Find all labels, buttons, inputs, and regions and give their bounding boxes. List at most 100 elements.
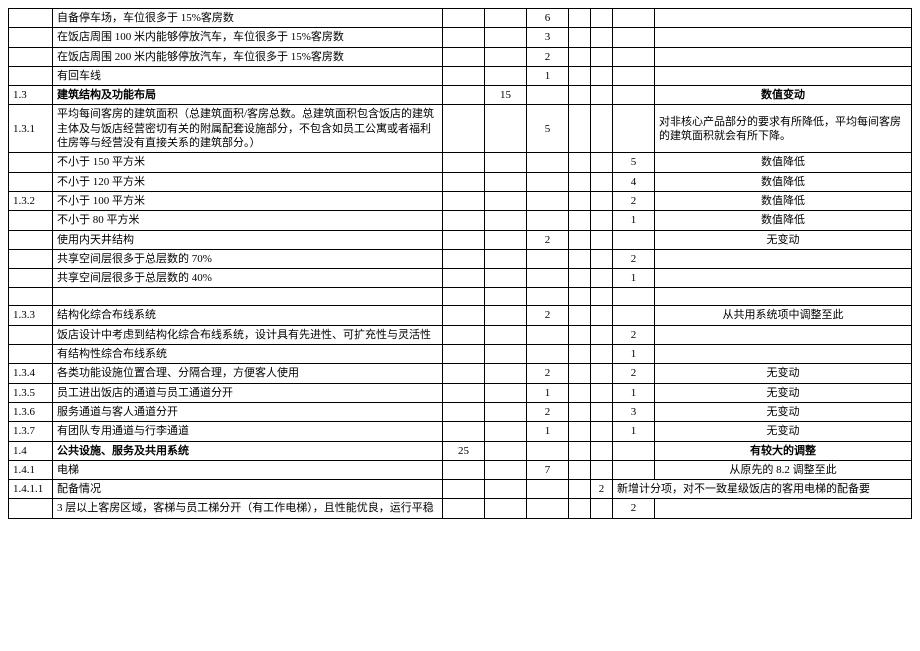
- score-col-4: [613, 460, 655, 479]
- table-row: 1.3.1平均每间客房的建筑面积（总建筑面积/客房总数。总建筑面积包含饭店的建筑…: [9, 105, 912, 153]
- spacer: [591, 345, 613, 364]
- score-col-1: [443, 28, 485, 47]
- score-col-3: [527, 191, 569, 210]
- score-col-1: [443, 249, 485, 268]
- spacer: [569, 230, 591, 249]
- score-col-4: 1: [613, 269, 655, 288]
- table-row: 不小于 150 平方米5数值降低: [9, 153, 912, 172]
- standards-table: 自备停车场，车位很多于 15%客房数6在饭店周围 100 米内能够停放汽车，车位…: [8, 8, 912, 519]
- score-col-1: [443, 211, 485, 230]
- row-description: 不小于 80 平方米: [53, 211, 443, 230]
- row-description: 有回车线: [53, 66, 443, 85]
- score-col-3: 7: [527, 460, 569, 479]
- row-note: [655, 28, 912, 47]
- table-row: 1.3.6服务通道与客人通道分开23无变动: [9, 402, 912, 421]
- row-description: 结构化综合布线系统: [53, 306, 443, 325]
- table-row: 使用内天井结构2无变动: [9, 230, 912, 249]
- score-col-1: [443, 402, 485, 421]
- table-row: 共享空间层很多于总层数的 40%1: [9, 269, 912, 288]
- spacer: [569, 480, 591, 499]
- row-description: [53, 288, 443, 306]
- row-note: [655, 47, 912, 66]
- spacer: [591, 325, 613, 344]
- row-description: 配备情况: [53, 480, 443, 499]
- score-col-3: [527, 499, 569, 518]
- score-col-3: 2: [527, 402, 569, 421]
- score-col-4: 1: [613, 422, 655, 441]
- spacer: [569, 153, 591, 172]
- row-id: [9, 66, 53, 85]
- score-col-2: [485, 480, 527, 499]
- score-col-4: 5: [613, 153, 655, 172]
- spacer: [591, 364, 613, 383]
- score-col-3: [527, 269, 569, 288]
- score-col-4: [613, 288, 655, 306]
- score-col-3: [527, 325, 569, 344]
- table-row: 3 层以上客房区域，客梯与员工梯分开（有工作电梯），且性能优良，运行平稳2: [9, 499, 912, 518]
- spacer: [569, 269, 591, 288]
- table-row: 在饭店周围 100 米内能够停放汽车，车位很多于 15%客房数3: [9, 28, 912, 47]
- score-col-3: 1: [527, 422, 569, 441]
- spacer: [591, 47, 613, 66]
- score-col-4: [613, 105, 655, 153]
- score-col-2: [485, 441, 527, 460]
- table-row: 1.3.2不小于 100 平方米2数值降低: [9, 191, 912, 210]
- spacer: [591, 306, 613, 325]
- spacer: [591, 172, 613, 191]
- score-col-2: [485, 191, 527, 210]
- spacer: 2: [591, 480, 613, 499]
- row-id: [9, 499, 53, 518]
- score-col-2: [485, 383, 527, 402]
- score-col-1: [443, 480, 485, 499]
- row-id: [9, 288, 53, 306]
- row-note: 数值降低: [655, 191, 912, 210]
- spacer: [569, 191, 591, 210]
- table-row: [9, 288, 912, 306]
- spacer: [591, 288, 613, 306]
- score-col-2: [485, 460, 527, 479]
- score-col-1: [443, 9, 485, 28]
- table-row: 1.4.1电梯7从原先的 8.2 调整至此: [9, 460, 912, 479]
- row-description: 不小于 120 平方米: [53, 172, 443, 191]
- row-description: 公共设施、服务及共用系统: [53, 441, 443, 460]
- spacer: [591, 230, 613, 249]
- score-col-4: 1: [613, 211, 655, 230]
- score-col-3: 5: [527, 105, 569, 153]
- row-id: [9, 47, 53, 66]
- spacer: [591, 66, 613, 85]
- row-id: [9, 9, 53, 28]
- score-col-1: [443, 191, 485, 210]
- score-col-3: [527, 211, 569, 230]
- row-note: 无变动: [655, 364, 912, 383]
- row-note: 对非核心产品部分的要求有所降低，平均每间客房的建筑面积就会有所下降。: [655, 105, 912, 153]
- spacer: [569, 28, 591, 47]
- spacer: [591, 499, 613, 518]
- score-col-3: [527, 153, 569, 172]
- table-row: 1.3.5员工进出饭店的通道与员工通道分开11无变动: [9, 383, 912, 402]
- score-col-3: [527, 249, 569, 268]
- spacer: [569, 383, 591, 402]
- spacer: [591, 441, 613, 460]
- table-row: 1.4公共设施、服务及共用系统25有较大的调整: [9, 441, 912, 460]
- row-note: [655, 288, 912, 306]
- score-col-1: 25: [443, 441, 485, 460]
- row-description: 平均每间客房的建筑面积（总建筑面积/客房总数。总建筑面积包含饭店的建筑主体及与饭…: [53, 105, 443, 153]
- score-col-4: 2: [613, 191, 655, 210]
- row-id: 1.3.6: [9, 402, 53, 421]
- score-col-3: [527, 172, 569, 191]
- score-col-2: [485, 364, 527, 383]
- row-description: 不小于 100 平方米: [53, 191, 443, 210]
- table-row: 在饭店周围 200 米内能够停放汽车，车位很多于 15%客房数2: [9, 47, 912, 66]
- row-note: 无变动: [655, 230, 912, 249]
- score-col-4: 4: [613, 172, 655, 191]
- table-row: 1.3建筑结构及功能布局15数值变动: [9, 86, 912, 105]
- spacer: [569, 9, 591, 28]
- score-col-1: [443, 86, 485, 105]
- score-col-4: [613, 230, 655, 249]
- row-description: 员工进出饭店的通道与员工通道分开: [53, 383, 443, 402]
- row-description: 服务通道与客人通道分开: [53, 402, 443, 421]
- spacer: [591, 269, 613, 288]
- score-col-3: 3: [527, 28, 569, 47]
- score-col-2: [485, 28, 527, 47]
- row-note: [655, 9, 912, 28]
